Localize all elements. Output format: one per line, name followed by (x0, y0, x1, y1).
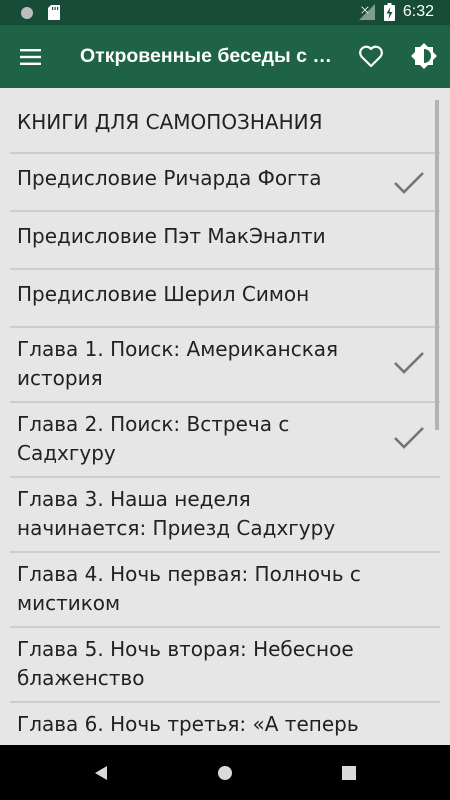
heart-icon[interactable] (357, 42, 385, 70)
list-item-label: Глава 1. Поиск: Американская история (17, 337, 339, 390)
list-item-label: Предисловие Ричарда Фогта (17, 166, 322, 190)
brightness-icon[interactable] (410, 42, 438, 70)
list-item-label: Глава 6. Ночь третья: «А теперь (17, 712, 359, 736)
list-item-label: Глава 3. Наша неделя начинается: Приезд … (17, 487, 336, 540)
status-bar: 6:32 (0, 0, 450, 25)
check-icon (394, 172, 424, 194)
app-bar: Откровенные беседы с мистиком (0, 25, 450, 88)
list-item[interactable]: Глава 6. Ночь третья: «А теперь (10, 703, 440, 745)
navigation-bar (0, 745, 450, 800)
list-item[interactable]: Глава 3. Наша неделя начинается: Приезд … (10, 478, 440, 553)
list-item-label: Предисловие Шерил Симон (17, 282, 310, 306)
battery-charging-icon (383, 3, 395, 21)
list-item-label: КНИГИ ДЛЯ САМОПОЗНАНИЯ (17, 110, 323, 134)
notification-dot-icon (21, 6, 33, 19)
check-icon (394, 352, 424, 374)
list-item-label: Глава 4. Ночь первая: Полночь с мистиком (17, 562, 361, 615)
home-icon[interactable] (217, 765, 233, 781)
list-section-header: КНИГИ ДЛЯ САМОПОЗНАНИЯ (10, 88, 440, 154)
back-icon[interactable] (93, 765, 109, 781)
list-item[interactable]: Предисловие Шерил Симон (10, 270, 440, 328)
sd-card-icon (48, 5, 60, 20)
list-item-label: Глава 5. Ночь вторая: Небесное блаженств… (17, 637, 354, 690)
list-item-label: Глава 2. Поиск: Встреча с Садхгуру (17, 412, 290, 465)
menu-icon[interactable] (18, 44, 44, 70)
page-title: Откровенные беседы с мистиком (80, 45, 332, 67)
list-item[interactable]: Предисловие Ричарда Фогта (10, 154, 440, 212)
recents-icon[interactable] (342, 766, 356, 780)
list-item[interactable]: Глава 5. Ночь вторая: Небесное блаженств… (10, 628, 440, 703)
list-item[interactable]: Глава 4. Ночь первая: Полночь с мистиком (10, 553, 440, 628)
scrollbar[interactable] (435, 100, 439, 430)
list-item[interactable]: Глава 2. Поиск: Встреча с Садхгуру (10, 403, 440, 478)
check-icon (394, 427, 424, 449)
signal-icon (358, 4, 375, 20)
list-item-label: Предисловие Пэт МакЭналти (17, 224, 326, 248)
list-item[interactable]: Предисловие Пэт МакЭналти (10, 212, 440, 270)
status-time: 6:32 (402, 3, 434, 20)
chapter-list: КНИГИ ДЛЯ САМОПОЗНАНИЯ Предисловие Ричар… (0, 88, 450, 745)
list-item[interactable]: Глава 1. Поиск: Американская история (10, 328, 440, 403)
